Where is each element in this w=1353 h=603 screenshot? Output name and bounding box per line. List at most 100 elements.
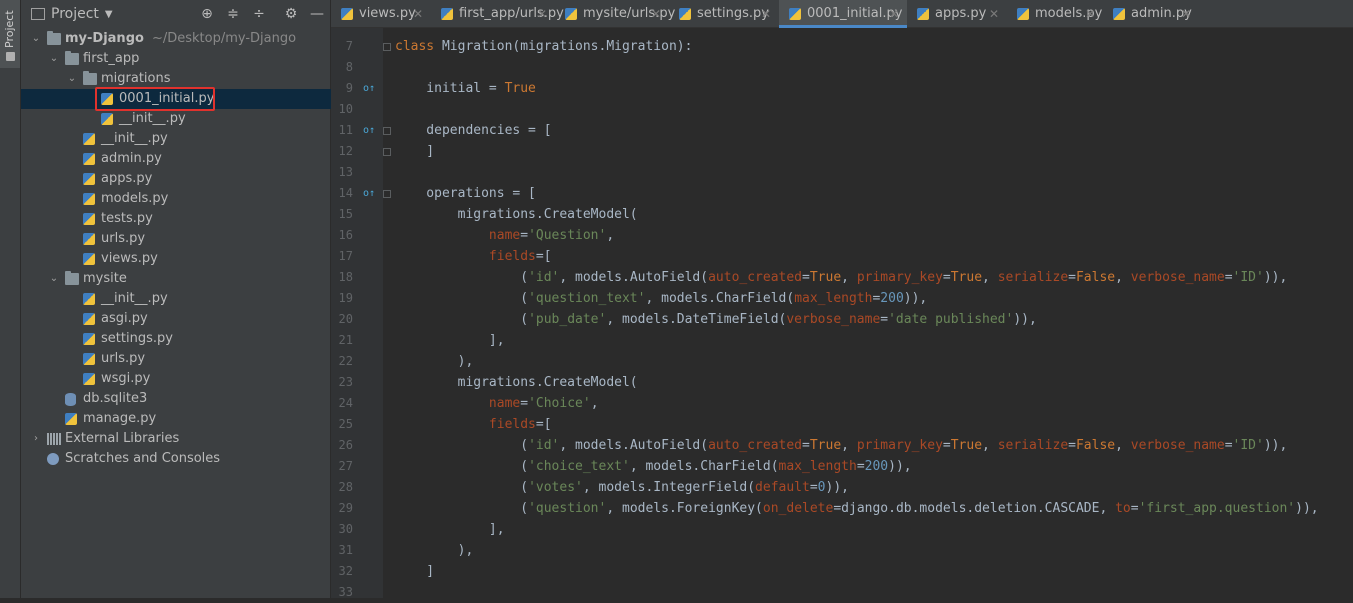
tree-item[interactable]: admin.py [21,149,331,169]
line-number: 14 [338,186,353,200]
code-token: 'date published' [888,312,1014,327]
override-marker-icon[interactable]: o↑ [363,120,375,141]
tree-item[interactable]: ⌄ first_app [21,49,331,69]
tree-item[interactable]: asgi.py [21,309,331,329]
tree-item[interactable]: __init__.py [21,289,331,309]
python-file-icon [83,373,95,385]
fold-marker-icon[interactable] [383,148,391,156]
tree-item[interactable]: __init__.py [21,109,331,129]
tree-item[interactable]: apps.py [21,169,331,189]
gear-icon[interactable]: ⚙ [283,6,299,22]
close-icon[interactable]: ✕ [889,0,899,28]
close-icon[interactable]: ✕ [1085,0,1095,28]
editor-tab[interactable]: mysite/urls.py ✕ [555,0,675,28]
chevron-right-icon[interactable]: › [31,429,41,449]
hide-panel-icon[interactable]: — [309,6,325,22]
code-token: , [982,270,998,285]
tree-item[interactable]: ⌄ my-Django ~/Desktop/my-Django [21,29,331,49]
tree-item[interactable]: ⌄ migrations [21,69,331,89]
python-file-icon [83,293,95,305]
code-token: verbose_name [1130,270,1225,285]
tree-item[interactable]: tests.py [21,209,331,229]
code-token: default [755,480,810,495]
python-file-icon [441,8,453,20]
tree-item[interactable]: ⌄ mysite [21,269,331,289]
code-line: ] [395,141,434,162]
project-tool-tab[interactable]: Project [0,0,20,68]
tree-item-text: __init__.py [119,111,186,126]
fold-marker-icon[interactable] [383,190,391,198]
locate-icon[interactable]: ⊕ [199,6,215,22]
close-icon[interactable]: ✕ [989,0,999,28]
tree-item[interactable]: wsgi.py [21,369,331,389]
chevron-down-icon[interactable]: ⌄ [49,49,59,69]
python-file-icon [101,113,113,125]
code-token: name [488,396,521,411]
code-token: True [809,438,842,453]
tree-item[interactable]: views.py [21,249,331,269]
code-line: migrations.CreateModel( [395,372,638,393]
tree-item[interactable]: settings.py [21,329,331,349]
close-icon[interactable]: ✕ [1181,0,1191,28]
code-token: = [856,459,865,474]
tree-item[interactable]: › External Libraries [21,429,331,449]
tree-item[interactable]: urls.py [21,229,331,249]
tree-item[interactable]: manage.py [21,409,331,429]
tree-item-label: migrations [101,69,171,89]
editor-tab[interactable]: first_app/urls.py ✕ [431,0,564,28]
expand-all-icon[interactable]: ≑ [225,6,241,22]
tree-item-text: manage.py [83,411,157,426]
editor-tab-label: apps.py [935,6,987,21]
chevron-down-icon[interactable]: ⌄ [49,269,59,289]
code-token: =[ [535,417,552,432]
tree-item-path-hint: ~/Desktop/my-Django [151,31,297,46]
code-token: = [1224,270,1233,285]
tree-item[interactable]: models.py [21,189,331,209]
editor-tab[interactable]: admin.py ✕ [1103,0,1199,28]
code-token: migrations.CreateModel( [395,375,638,390]
code-editor[interactable]: 7 8 9 o↑ 10 11 o↑ 12 13 14 o↑ 15 16 17 18 19 20 21 22 23 24 2… [331,28,1353,599]
tree-item[interactable]: __init__.py [21,129,331,149]
tree-item[interactable]: Scratches and Consoles [21,449,331,469]
chevron-down-icon[interactable]: ⌄ [31,29,41,49]
close-icon[interactable]: ✕ [651,0,661,28]
fold-marker-icon[interactable] [383,127,391,135]
editor-tab[interactable]: 0001_initial.py ✕ [779,0,907,28]
code-line: ], [395,330,505,351]
code-token: = [802,270,810,285]
fold-marker-icon[interactable] [383,43,391,51]
code-token: operations = [ [395,186,536,201]
code-token: 'first_app.question' [1138,501,1296,516]
code-token: max_length [778,459,857,474]
override-marker-icon[interactable]: o↑ [363,183,375,204]
line-number: 33 [338,585,353,599]
tree-item[interactable]: urls.py [21,349,331,369]
project-view-selector[interactable]: Project ▼ [31,6,113,22]
scratches-icon [47,453,59,465]
editor-tab[interactable]: apps.py ✕ [907,0,1007,28]
close-icon[interactable]: ✕ [413,0,423,28]
collapse-all-icon[interactable]: ÷ [251,6,267,22]
editor-tab[interactable]: views.py ✕ [331,0,431,28]
tree-item-text: views.py [101,251,158,266]
editor-tab[interactable]: settings.py ✕ [669,0,779,28]
line-number: 13 [338,165,353,179]
tree-item-text: db.sqlite3 [83,391,148,406]
tree-item-label: urls.py [101,229,145,249]
chevron-down-icon[interactable]: ⌄ [67,69,77,89]
line-number: 18 [338,270,353,284]
code-token: =[ [535,249,552,264]
line-number: 27 [338,459,353,473]
python-file-icon [83,193,95,205]
close-icon[interactable]: ✕ [761,0,771,28]
override-marker-icon[interactable]: o↑ [363,78,375,99]
close-icon[interactable]: ✕ [537,0,547,28]
code-token: = [1130,501,1139,516]
code-token: initial = [395,81,505,96]
tree-item-text: apps.py [101,171,153,186]
editor-tab[interactable]: models.py ✕ [1007,0,1103,28]
line-number: 29 [338,501,353,515]
tree-item[interactable]: db.sqlite3 [21,389,331,409]
project-tool-tab-label: Project [3,10,16,48]
